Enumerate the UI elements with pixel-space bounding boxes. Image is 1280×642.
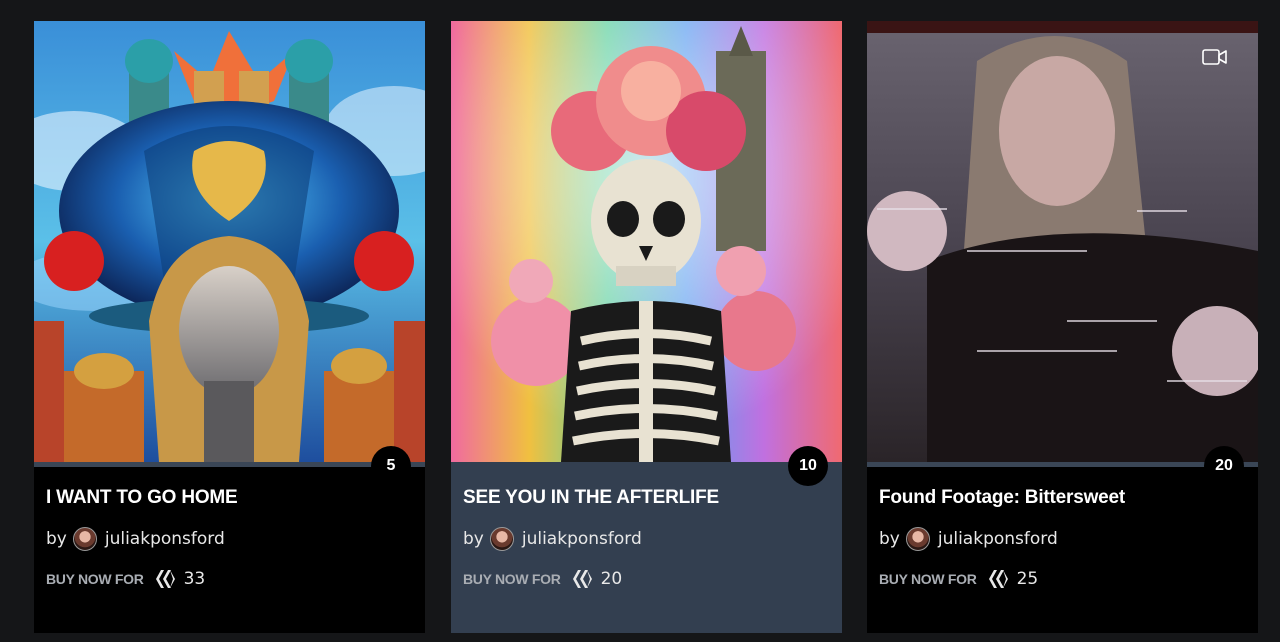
buy-row[interactable]: BUY NOW FOR 25 bbox=[879, 569, 1038, 589]
video-camera-icon bbox=[1202, 49, 1227, 65]
card-title[interactable]: I WANT TO GO HOME bbox=[46, 487, 238, 509]
avatar[interactable] bbox=[905, 527, 930, 551]
price-value: 33 bbox=[183, 569, 206, 589]
artwork-image[interactable] bbox=[34, 21, 425, 462]
author-row: by juliakponsford bbox=[879, 527, 1058, 551]
author-row: by juliakponsford bbox=[46, 527, 225, 551]
card-title[interactable]: Found Footage: Bittersweet bbox=[879, 487, 1125, 509]
author-link[interactable]: juliakponsford bbox=[105, 529, 225, 549]
buy-now-label: BUY NOW FOR bbox=[463, 571, 561, 587]
buy-now-label: BUY NOW FOR bbox=[879, 571, 977, 587]
price-value: 25 bbox=[1016, 569, 1039, 589]
card-progress-track bbox=[34, 462, 425, 467]
card-progress-track bbox=[451, 462, 842, 467]
hive-icon bbox=[572, 570, 592, 588]
avatar[interactable] bbox=[489, 527, 514, 551]
artwork-image[interactable] bbox=[451, 21, 842, 462]
card-progress-track bbox=[867, 462, 1258, 467]
price-value: 20 bbox=[600, 569, 623, 589]
author-link[interactable]: juliakponsford bbox=[522, 529, 642, 549]
edition-count-badge: 20 bbox=[1204, 446, 1244, 486]
author-row: by juliakponsford bbox=[463, 527, 642, 551]
nft-card-grid: 5 I WANT TO GO HOME by juliakponsford BU… bbox=[0, 0, 1280, 642]
video-thumbnail[interactable] bbox=[867, 21, 1258, 462]
by-label: by bbox=[879, 529, 900, 549]
nft-card[interactable]: 20 Found Footage: Bittersweet by juliakp… bbox=[867, 21, 1258, 633]
edition-count-badge: 10 bbox=[788, 446, 828, 486]
buy-now-label: BUY NOW FOR bbox=[46, 571, 144, 587]
hive-icon bbox=[155, 570, 175, 588]
nft-card[interactable]: 5 I WANT TO GO HOME by juliakponsford BU… bbox=[34, 21, 425, 633]
nft-card[interactable]: 10 SEE YOU IN THE AFTERLIFE by juliakpon… bbox=[451, 21, 842, 633]
edition-count-badge: 5 bbox=[371, 446, 411, 486]
by-label: by bbox=[46, 529, 67, 549]
author-link[interactable]: juliakponsford bbox=[938, 529, 1058, 549]
by-label: by bbox=[463, 529, 484, 549]
buy-row[interactable]: BUY NOW FOR 20 bbox=[463, 569, 622, 589]
avatar[interactable] bbox=[72, 527, 97, 551]
buy-row[interactable]: BUY NOW FOR 33 bbox=[46, 569, 205, 589]
hive-icon bbox=[988, 570, 1008, 588]
card-title[interactable]: SEE YOU IN THE AFTERLIFE bbox=[463, 487, 719, 509]
